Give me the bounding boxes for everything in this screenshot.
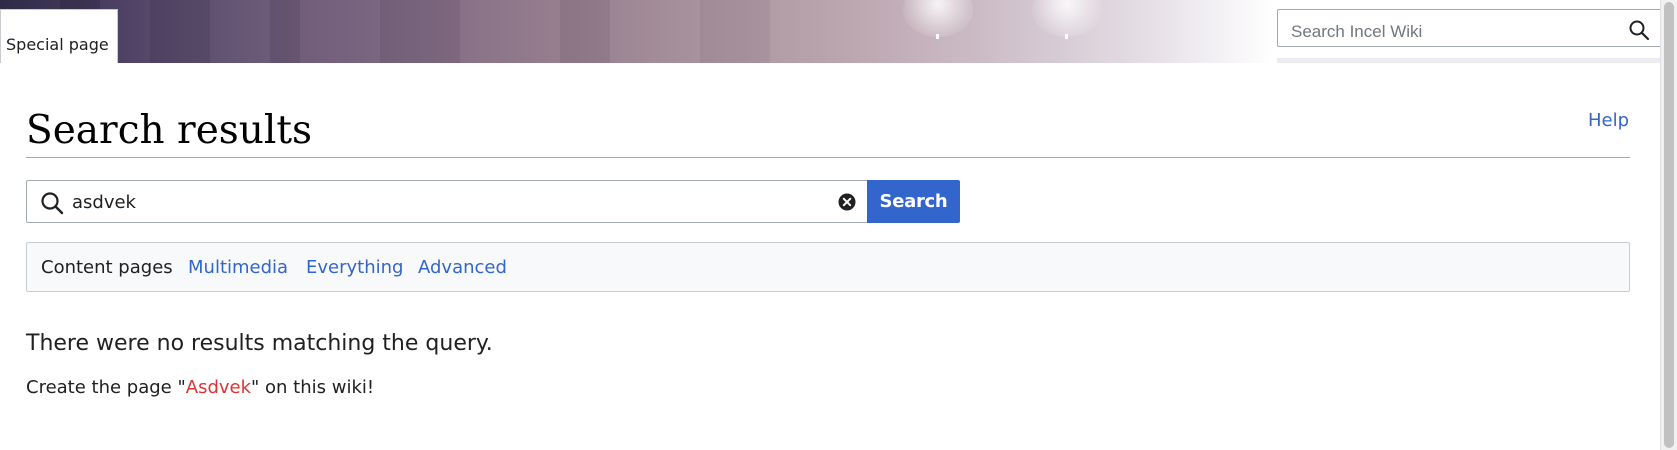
search-profile-tabs: Content pages Multimedia Everything Adva…: [26, 242, 1630, 292]
banner-decoration: [380, 0, 460, 63]
create-page-prefix: Create the page ": [26, 377, 186, 398]
search-input[interactable]: [72, 181, 812, 222]
no-results-message: There were no results matching the query…: [26, 331, 493, 356]
clear-icon[interactable]: [838, 193, 856, 211]
banner-decoration: [270, 0, 300, 63]
tab-advanced[interactable]: Advanced: [418, 257, 507, 278]
header-search-input[interactable]: [1278, 10, 1623, 46]
tab-multimedia[interactable]: Multimedia: [188, 257, 288, 278]
search-box: [26, 180, 868, 223]
page-scrollbar[interactable]: [1660, 0, 1677, 450]
page-title: Search results: [26, 108, 313, 153]
banner-decoration: [700, 0, 770, 63]
create-page-line: Create the page "Asdvek" on this wiki!: [26, 377, 374, 398]
search-button[interactable]: Search: [867, 180, 960, 223]
banner-decoration: [150, 0, 210, 63]
help-link[interactable]: Help: [1588, 110, 1629, 131]
scrollbar-thumb[interactable]: [1664, 2, 1674, 448]
tab-content-pages[interactable]: Content pages: [41, 257, 173, 278]
tab-everything[interactable]: Everything: [306, 257, 403, 278]
create-page-link[interactable]: Asdvek: [186, 377, 251, 398]
banner-lamp-decoration: [1032, 0, 1102, 39]
title-divider: [26, 157, 1630, 158]
create-page-suffix: " on this wiki!: [251, 377, 375, 398]
header-search-box: [1277, 9, 1662, 47]
search-icon[interactable]: [1628, 19, 1650, 41]
search-icon: [40, 191, 64, 215]
header-divider: [1277, 58, 1662, 63]
special-page-tab[interactable]: Special page: [0, 9, 118, 63]
banner-decoration: [560, 0, 610, 63]
banner-lamp-decoration: [903, 0, 973, 39]
